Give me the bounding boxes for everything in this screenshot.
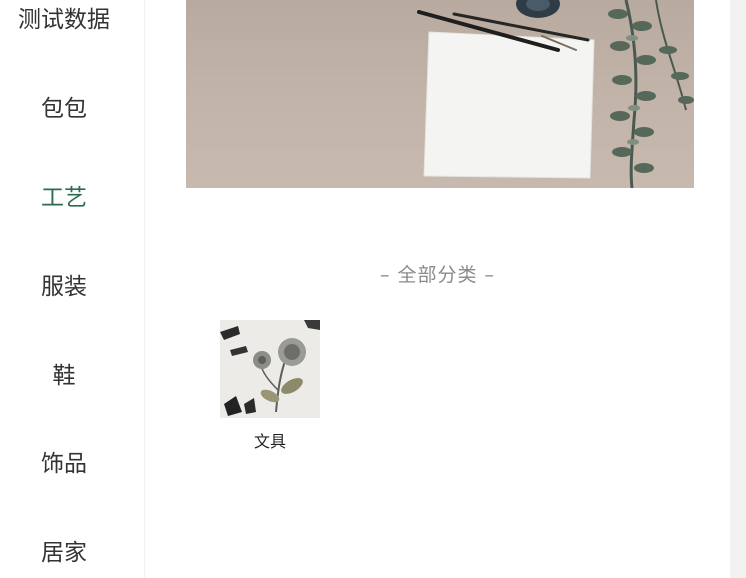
sidebar-item-test-data[interactable]: 测试数据: [0, 5, 128, 35]
sidebar-item-accessories[interactable]: 饰品: [0, 449, 128, 479]
flower-sketch-icon: [220, 320, 320, 418]
banner-image[interactable]: [186, 0, 694, 188]
sidebar-item-home[interactable]: 居家: [0, 538, 128, 568]
category-tile-label: 文具: [253, 432, 286, 451]
sidebar-item-bags[interactable]: 包包: [0, 94, 128, 124]
banner-illustration: [417, 0, 694, 188]
right-edge-rail: [730, 0, 746, 578]
sidebar-item-shoes[interactable]: 鞋: [0, 361, 128, 391]
category-content: – 全部分类 – 文具: [145, 0, 730, 578]
sidebar-item-crafts[interactable]: 工艺: [0, 183, 128, 213]
sidebar-item-clothing[interactable]: 服装: [0, 272, 128, 302]
app-root: 测试数据 包包 工艺 服装 鞋 饰品 居家 – 全部分类 – 文具: [0, 0, 746, 578]
all-categories-heading: – 全部分类 –: [379, 264, 496, 286]
stationery-thumbnail: [220, 320, 320, 418]
category-tile-stationery[interactable]: 文具: [220, 320, 320, 452]
category-sidebar: 测试数据 包包 工艺 服装 鞋 饰品 居家: [0, 0, 145, 578]
